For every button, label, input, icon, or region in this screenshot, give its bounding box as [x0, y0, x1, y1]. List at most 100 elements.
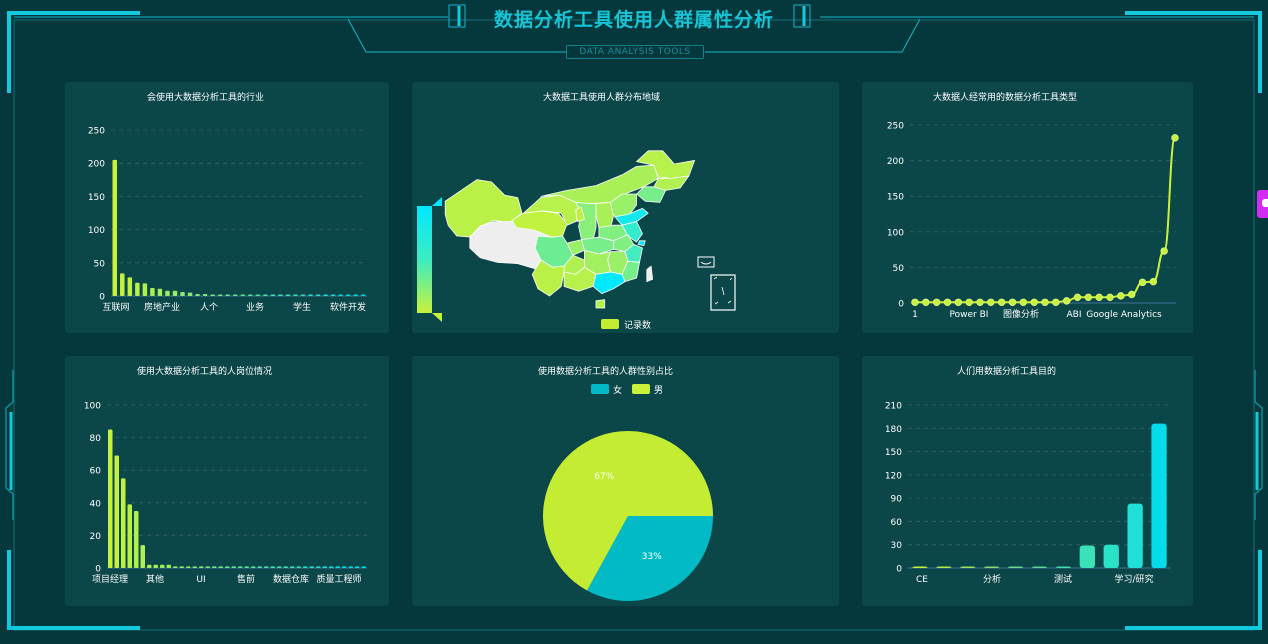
visual-map-gradient-bar[interactable] — [417, 206, 432, 313]
bar — [322, 566, 327, 568]
bar — [355, 566, 360, 568]
position-bar-chart: 0 20 40 60 80 100 项目经理 其他 UI 售前 数据仓库 质量工程师 — [84, 402, 367, 585]
data-point — [1127, 290, 1136, 299]
y-tick-label: 50 — [94, 259, 106, 269]
pie-slice-label: 33% — [642, 552, 662, 562]
legend-swatch-male[interactable] — [632, 384, 650, 394]
y-tick-label: 50 — [893, 264, 905, 274]
bar — [316, 566, 321, 568]
bar — [238, 566, 243, 568]
bar — [217, 294, 223, 296]
bar — [960, 566, 976, 568]
data-point — [1030, 298, 1038, 306]
bar — [232, 294, 238, 296]
bar — [300, 294, 306, 296]
bar — [225, 294, 230, 296]
x-tick-label: Power BI — [950, 310, 989, 320]
legend-swatch-female[interactable] — [591, 384, 609, 394]
x-tick-label: 学生 — [293, 301, 311, 313]
bar — [160, 564, 165, 568]
bar — [263, 294, 268, 296]
data-point — [1052, 298, 1060, 306]
bar — [1103, 544, 1119, 568]
bar — [264, 566, 269, 568]
bar — [335, 566, 340, 568]
map-region-广东[interactable] — [592, 271, 626, 294]
bar — [330, 294, 336, 296]
bar — [225, 566, 230, 568]
bar — [240, 294, 246, 296]
data-point — [1084, 293, 1093, 302]
bar — [1055, 566, 1072, 568]
legend-label-records[interactable]: 记录数 — [624, 319, 651, 331]
bar — [165, 290, 170, 296]
bar — [255, 294, 261, 296]
bar — [303, 566, 308, 568]
x-tick-label: ABI — [1067, 310, 1082, 320]
legend-label-female[interactable]: 女 — [613, 384, 622, 396]
y-tick-label: 0 — [99, 293, 105, 303]
map-region-上海[interactable] — [637, 240, 646, 246]
y-tick-label: 120 — [885, 471, 902, 481]
bar — [180, 292, 185, 296]
map-region-台湾[interactable] — [646, 265, 653, 282]
bar — [342, 566, 347, 568]
y-tick-label: 100 — [84, 402, 101, 412]
region-map-chart: 60 1 记录数 — [417, 150, 736, 331]
x-tick-label: 业务 — [246, 301, 264, 313]
tools-line-chart: 0 50 100 150 200 250 1 Power BI 图像分析 ABI Google An… — [887, 122, 1179, 320]
y-tick-label: 150 — [887, 193, 904, 203]
bar — [293, 294, 298, 296]
y-tick-label: 100 — [88, 226, 105, 236]
bar — [121, 478, 126, 568]
map-region-山西[interactable] — [595, 202, 614, 228]
y-tick-label: 250 — [887, 122, 904, 132]
y-tick-label: 180 — [885, 425, 902, 435]
visual-map-max-handle[interactable] — [432, 197, 442, 206]
china-map — [444, 150, 695, 309]
data-point — [1171, 134, 1179, 142]
y-tick-label: 210 — [885, 402, 902, 412]
bar — [192, 566, 197, 568]
map-region-海南[interactable] — [595, 299, 606, 309]
legend-swatch-records[interactable] — [601, 319, 619, 329]
bar — [270, 294, 276, 296]
industry-bar-chart: 0 50 100 150 200 250 互联网 房地产业 人个 业务 学生 软件开发 — [88, 127, 367, 313]
chat-icon — [1262, 199, 1268, 207]
bar — [936, 566, 952, 568]
bar — [1007, 566, 1024, 568]
x-tick-label: 售前 — [237, 573, 255, 585]
data-point — [1073, 293, 1082, 302]
bar — [179, 566, 184, 568]
data-point — [932, 298, 941, 306]
bar — [231, 566, 236, 568]
x-tick-label: 房地产业 — [144, 301, 180, 313]
bar — [257, 566, 262, 568]
bar — [218, 566, 223, 568]
data-point — [997, 298, 1006, 306]
bar — [166, 564, 171, 568]
side-feedback-tab[interactable] — [1257, 190, 1268, 218]
legend-label-male[interactable]: 男 — [654, 385, 663, 396]
bar — [345, 294, 351, 296]
visual-map-min-handle[interactable] — [432, 313, 442, 322]
series-line — [915, 136, 1176, 304]
bar — [212, 566, 217, 568]
panel-region-map: 大数据工具使用人群分布地域 60 1 记录数 — [412, 82, 839, 333]
panel-gender-chart: 使用数据分析工具的人群性别占比 女 男 33% 67% — [412, 356, 839, 606]
data-point — [1160, 247, 1168, 255]
gender-pie-chart: 女 男 33% 67% — [543, 384, 713, 601]
data-point — [1149, 277, 1158, 286]
visual-map-min-label: 1 — [445, 314, 450, 323]
bar — [308, 294, 313, 296]
y-tick-label: 40 — [90, 499, 102, 509]
panel-position-chart: 使用大数据分析工具的人岗位情况 0 20 40 60 80 100 项目经理 其他 UI 售前 数据… — [65, 356, 389, 606]
bar — [244, 566, 249, 568]
y-tick-label: 0 — [898, 300, 904, 310]
bar — [210, 294, 215, 296]
bar — [984, 566, 1000, 568]
map-region-辽宁[interactable] — [636, 186, 666, 203]
bar — [135, 282, 140, 296]
bar — [360, 294, 366, 296]
y-tick-label: 0 — [896, 565, 902, 575]
